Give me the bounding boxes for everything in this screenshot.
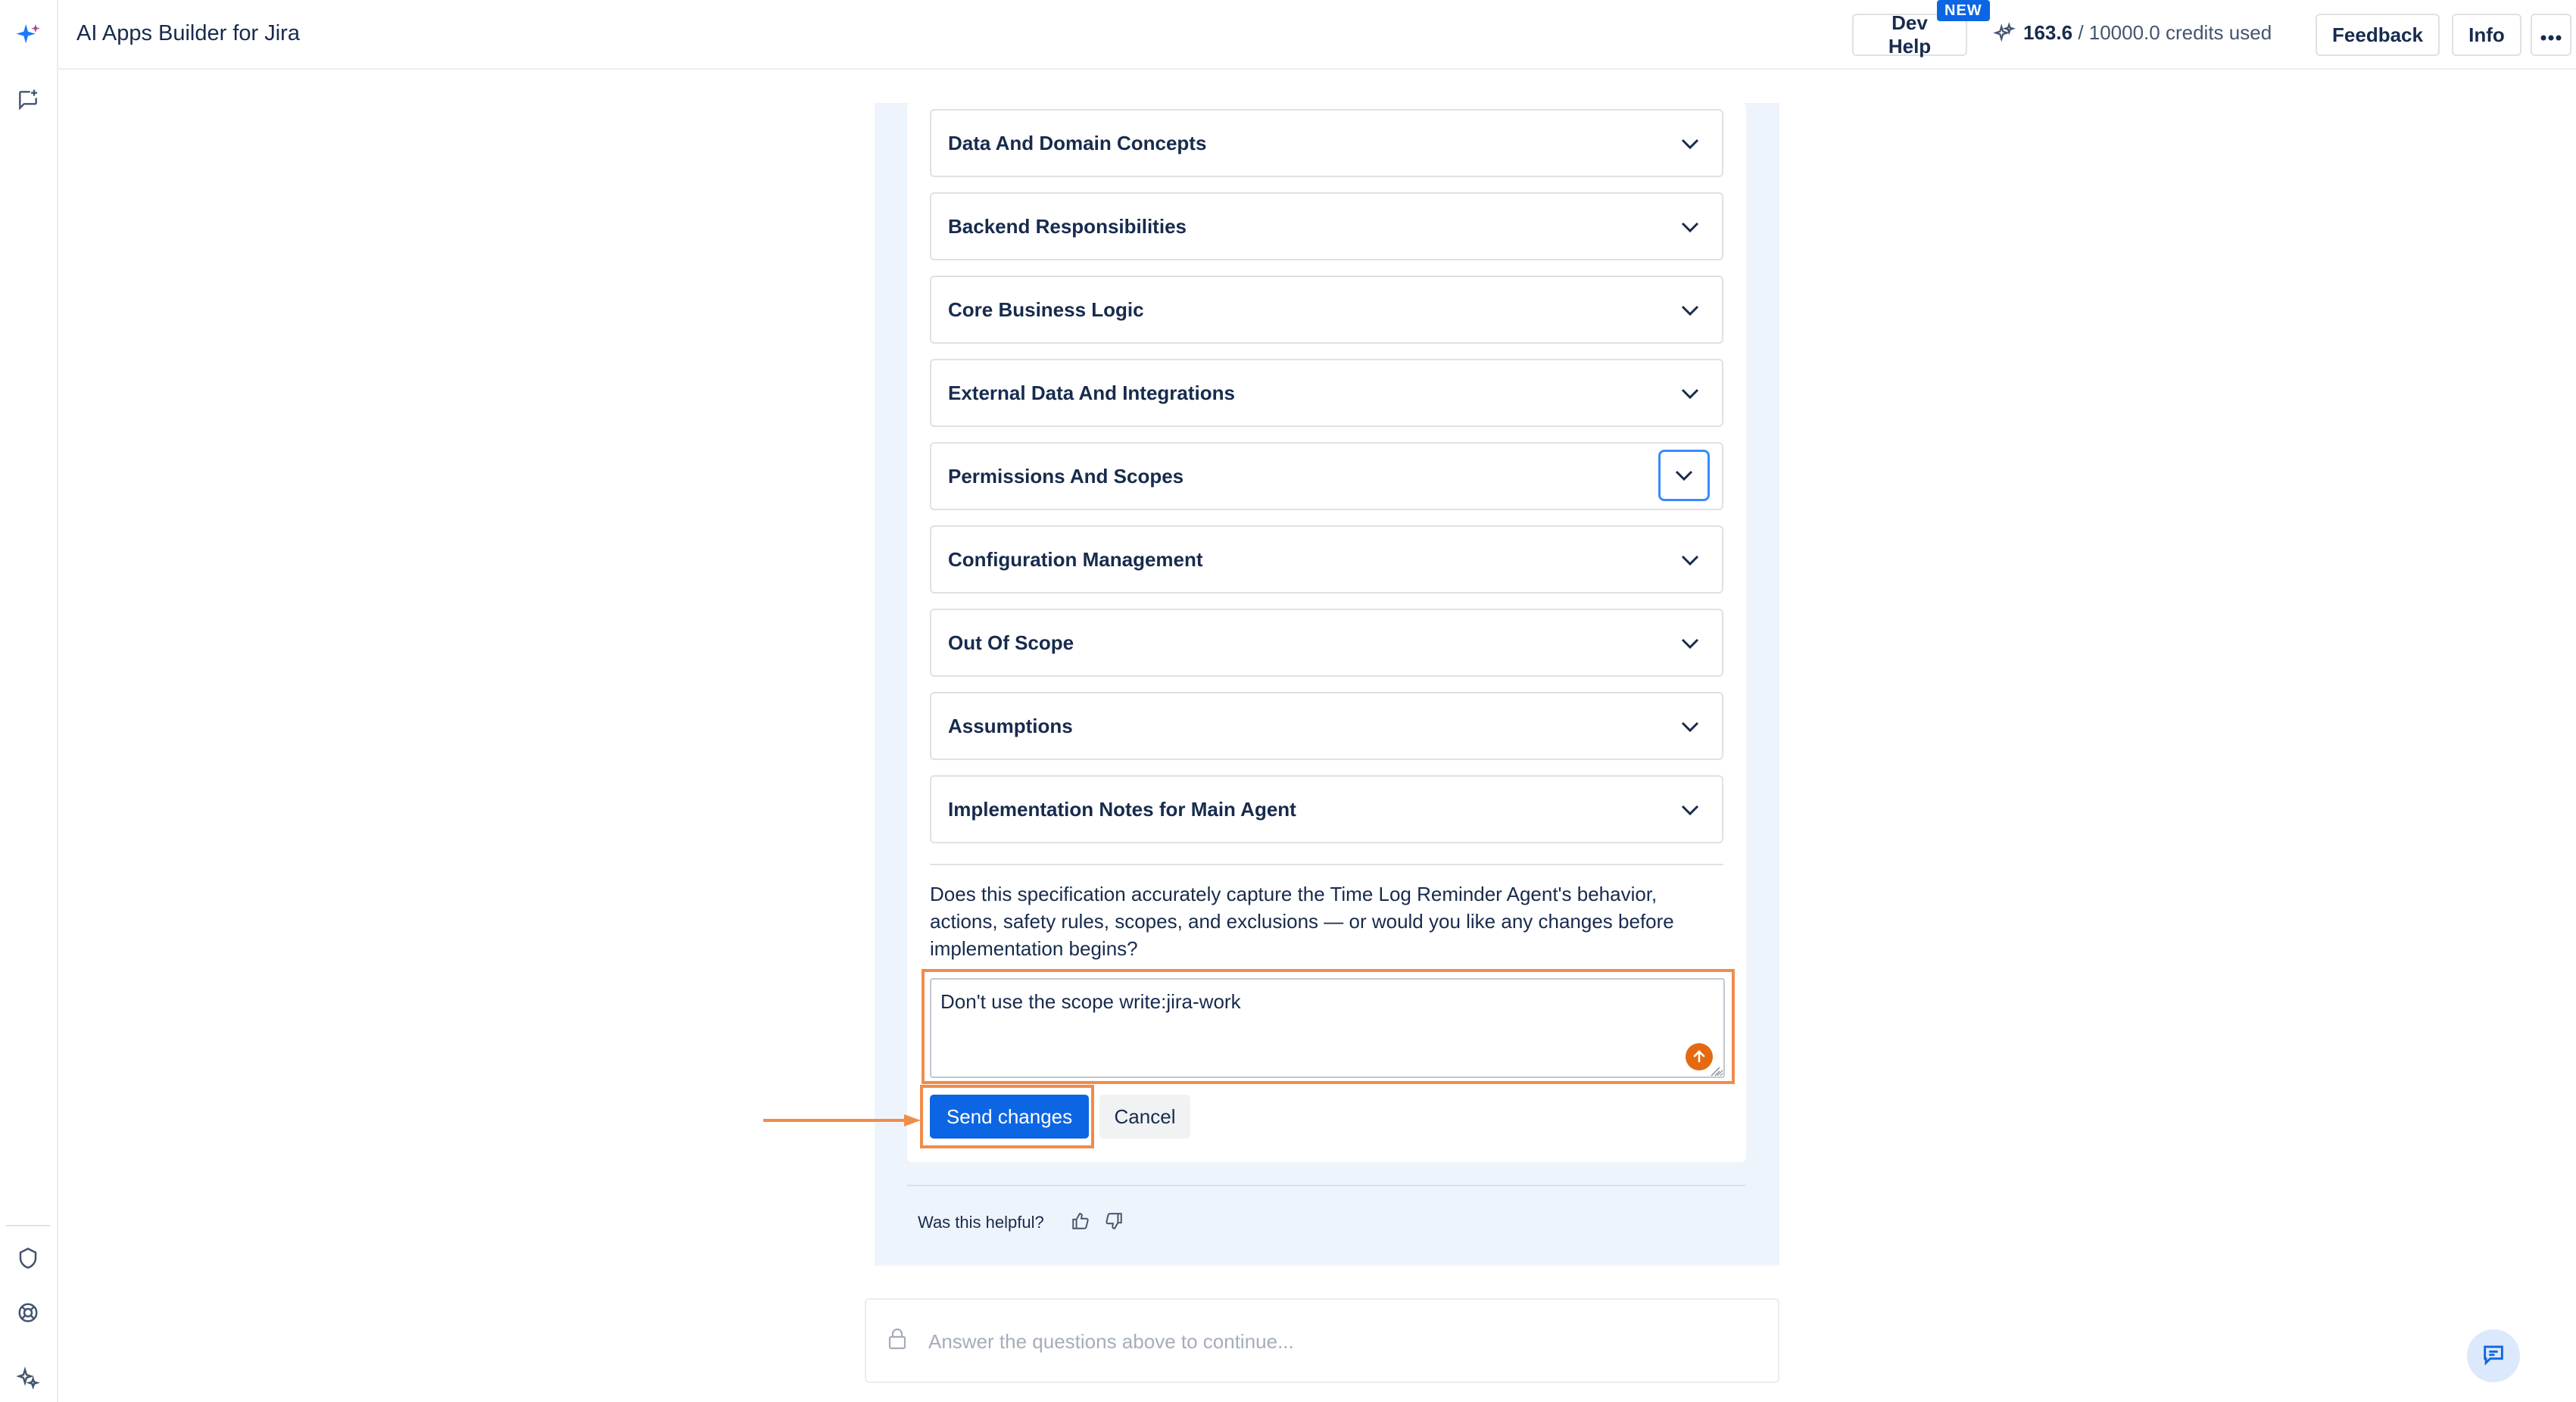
section-assumptions[interactable]: Assumptions [930,692,1723,760]
lock-icon [887,1327,907,1354]
section-out-of-scope[interactable]: Out Of Scope [930,609,1723,677]
section-label: Core Business Logic [948,298,1144,321]
chat-support-button[interactable] [2467,1329,2520,1382]
card-footer-divider [907,1185,1746,1186]
chevron-down-icon[interactable] [1673,793,1707,827]
chat-bubble-icon [2481,1341,2506,1371]
confirmation-question: Does this specification accurately captu… [930,883,1674,960]
answer-placeholder: Answer the questions above to continue..… [928,1330,1294,1353]
section-configuration-management[interactable]: Configuration Management [930,525,1723,594]
help-lifebuoy-icon[interactable] [13,1298,43,1328]
section-label: Backend Responsibilities [948,215,1187,238]
feedback-button[interactable]: Feedback [2316,14,2440,56]
chevron-down-icon[interactable] [1673,210,1707,244]
section-external-data-and-integrations[interactable]: External Data And Integrations [930,359,1723,427]
chevron-down-icon[interactable] [1673,377,1707,410]
section-label: Implementation Notes for Main Agent [948,798,1296,821]
submit-arrow-up-icon[interactable] [1686,1043,1713,1070]
left-rail [0,0,58,1402]
sparkle-settings-icon[interactable] [13,1363,43,1393]
section-data-and-domain-concepts[interactable]: Data And Domain Concepts [930,109,1723,177]
section-implementation-notes[interactable]: Implementation Notes for Main Agent [930,775,1723,843]
thumbs-down-icon[interactable] [1102,1210,1125,1232]
section-label: Permissions And Scopes [948,465,1184,488]
chevron-down-icon[interactable] [1673,127,1707,160]
section-label: Out Of Scope [948,631,1074,654]
shield-icon[interactable] [13,1243,43,1273]
chevron-down-icon[interactable] [1658,450,1710,501]
feedback-textarea[interactable] [930,978,1725,1078]
answer-input-box[interactable]: Answer the questions above to continue..… [865,1298,1779,1383]
chevron-down-icon[interactable] [1673,627,1707,660]
send-changes-button[interactable]: Send changes [930,1095,1089,1139]
section-divider [930,864,1723,865]
section-backend-responsibilities[interactable]: Backend Responsibilities [930,192,1723,260]
credits-usage: 163.6 / 10000.0 credits used [1993,21,2272,45]
more-horizontal-icon [2540,23,2562,47]
chevron-down-icon[interactable] [1673,710,1707,743]
chevron-down-icon[interactable] [1673,294,1707,327]
credits-sparkle-icon [1993,21,2016,42]
ai-sparkle-icon[interactable] [13,20,43,50]
rail-divider [6,1225,50,1226]
section-label: Configuration Management [948,548,1203,571]
section-label: External Data And Integrations [948,382,1235,404]
section-label: Assumptions [948,715,1073,737]
credits-suffix: / 10000.0 credits used [2078,21,2272,44]
thumbs-up-icon[interactable] [1069,1210,1092,1232]
section-core-business-logic[interactable]: Core Business Logic [930,276,1723,344]
resize-handle-icon[interactable] [1710,1066,1720,1076]
new-chat-icon[interactable] [13,85,43,115]
credits-used-value: 163.6 [2023,21,2073,44]
info-button[interactable]: Info [2452,14,2521,56]
annotation-arrow-icon [763,1114,921,1126]
chevron-down-icon[interactable] [1673,544,1707,577]
more-options-button[interactable] [2531,14,2571,56]
section-label: Data And Domain Concepts [948,132,1207,154]
section-permissions-and-scopes[interactable]: Permissions And Scopes [930,442,1723,510]
cancel-button[interactable]: Cancel [1099,1095,1190,1139]
new-badge: NEW [1937,0,1990,21]
app-title: AI Apps Builder for Jira [76,21,300,45]
helpful-label: Was this helpful? [918,1213,1044,1232]
